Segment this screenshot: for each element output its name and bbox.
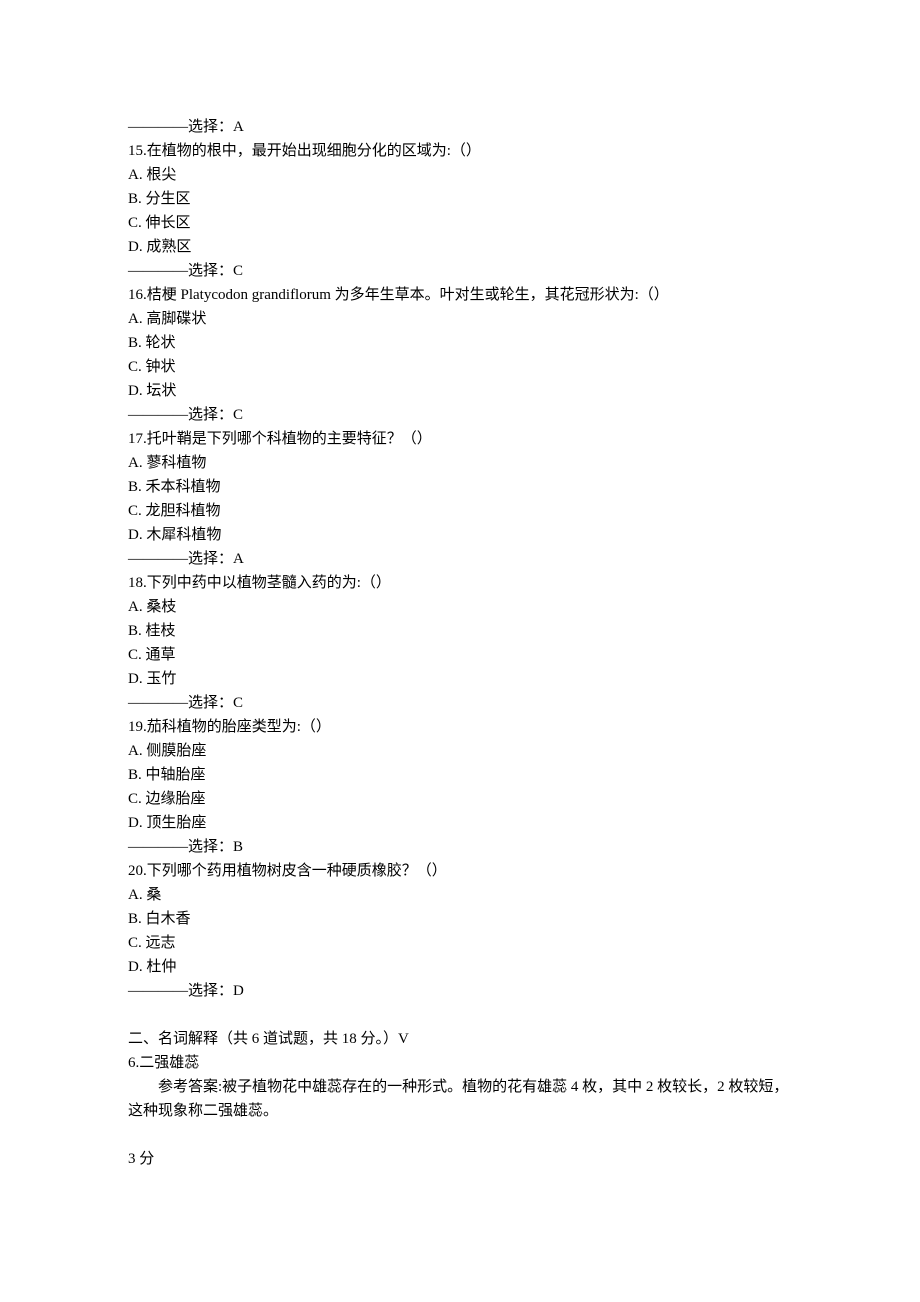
q19-option-c: C. 边缘胎座 [128, 787, 792, 811]
q20-stem: 20.下列哪个药用植物树皮含一种硬质橡胶？（） [128, 859, 792, 883]
q18-option-d: D. 玉竹 [128, 667, 792, 691]
q15-answer: ————选择：C [128, 259, 792, 283]
q16-option-a: A. 高脚碟状 [128, 307, 792, 331]
q15-option-b: B. 分生区 [128, 187, 792, 211]
q20-option-c: C. 远志 [128, 931, 792, 955]
q16-stem: 16.桔梗 Platycodon grandiflorum 为多年生草本。叶对生… [128, 283, 792, 307]
q20-option-b: B. 白木香 [128, 907, 792, 931]
points-label: 3 分 [128, 1147, 792, 1171]
q17-option-b: B. 禾本科植物 [128, 475, 792, 499]
section2-header: 二、名词解释（共 6 道试题，共 18 分。）V [128, 1027, 792, 1051]
q15-option-d: D. 成熟区 [128, 235, 792, 259]
q15-option-c: C. 伸长区 [128, 211, 792, 235]
q20-option-d: D. 杜仲 [128, 955, 792, 979]
term6-label: 6.二强雄蕊 [128, 1051, 792, 1075]
q18-option-a: A. 桑枝 [128, 595, 792, 619]
q16-option-b: B. 轮状 [128, 331, 792, 355]
q19-option-d: D. 顶生胎座 [128, 811, 792, 835]
q15-option-a: A. 根尖 [128, 163, 792, 187]
q19-option-a: A. 侧膜胎座 [128, 739, 792, 763]
q18-option-c: C. 通草 [128, 643, 792, 667]
q14-answer: ————选择：A [128, 115, 792, 139]
q16-answer: ————选择：C [128, 403, 792, 427]
q17-option-c: C. 龙胆科植物 [128, 499, 792, 523]
q17-stem: 17.托叶鞘是下列哪个科植物的主要特征？（） [128, 427, 792, 451]
q18-option-b: B. 桂枝 [128, 619, 792, 643]
q17-option-d: D. 木犀科植物 [128, 523, 792, 547]
q18-answer: ————选择：C [128, 691, 792, 715]
q16-option-d: D. 坛状 [128, 379, 792, 403]
term6-answer: 参考答案:被子植物花中雄蕊存在的一种形式。植物的花有雄蕊 4 枚，其中 2 枚较… [128, 1075, 792, 1123]
q17-answer: ————选择：A [128, 547, 792, 571]
q15-stem: 15.在植物的根中，最开始出现细胞分化的区域为:（） [128, 139, 792, 163]
q19-stem: 19.茄科植物的胎座类型为:（） [128, 715, 792, 739]
q18-stem: 18.下列中药中以植物茎髓入药的为:（） [128, 571, 792, 595]
q19-option-b: B. 中轴胎座 [128, 763, 792, 787]
q20-option-a: A. 桑 [128, 883, 792, 907]
q16-option-c: C. 钟状 [128, 355, 792, 379]
q17-option-a: A. 蓼科植物 [128, 451, 792, 475]
q19-answer: ————选择：B [128, 835, 792, 859]
q20-answer: ————选择：D [128, 979, 792, 1003]
